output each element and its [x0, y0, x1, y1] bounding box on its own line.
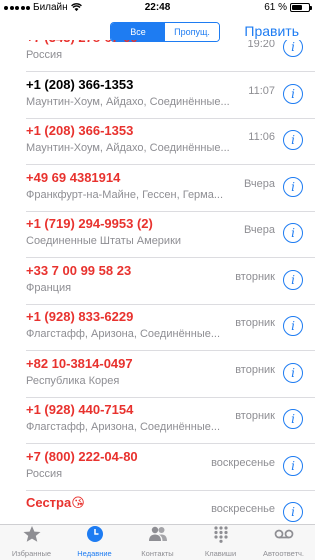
segment-missed[interactable]: Пропущ. — [165, 23, 219, 41]
call-row[interactable]: Сестра😘 воскресенье i — [0, 491, 315, 524]
caller-name: +1 (208) 366-1353 — [26, 123, 134, 138]
call-time: 11:07 — [248, 84, 275, 97]
call-row[interactable]: +1 (208) 366-1353 Маунтин-Хоум, Айдахо, С… — [0, 119, 315, 165]
caller-name: +1 (719) 294-9953 (2) — [26, 216, 153, 231]
tab-bar: Избранные Недавние Контакты Клавиши Автоотве… — [0, 524, 315, 560]
info-icon[interactable]: i — [283, 223, 303, 243]
caller-name: +49 69 4381914 — [26, 169, 121, 185]
call-time: воскресенье — [211, 503, 275, 515]
call-time: 19:20 — [247, 40, 275, 50]
info-icon[interactable]: i — [283, 502, 303, 522]
tab-star[interactable]: Избранные — [0, 525, 63, 560]
tab-contacts[interactable]: Контакты — [126, 525, 189, 560]
call-time: Вчера — [243, 177, 275, 190]
contacts-icon — [148, 525, 168, 548]
caller-location: Соединенные Штаты Америки — [26, 235, 182, 247]
call-row[interactable]: +7 (343) 278-67-00 Россия 19:20 i — [0, 40, 315, 72]
star-icon — [22, 525, 42, 548]
tab-label: Контакты — [141, 549, 174, 558]
tab-label: Недавние — [77, 549, 112, 558]
voicemail-icon — [274, 525, 294, 548]
info-icon[interactable]: i — [283, 362, 303, 383]
caller-name: +82 10-3814-0497 — [26, 355, 133, 371]
call-time: вторник — [235, 270, 275, 283]
caller-location: Франция — [26, 281, 72, 294]
info-icon[interactable]: i — [283, 130, 303, 150]
tab-clock[interactable]: Недавние — [63, 525, 126, 560]
tab-label: Клавиши — [204, 549, 237, 558]
call-time: вторник — [235, 363, 275, 376]
call-row[interactable]: +1 (719) 294-9953 (2) Соединенные Штаты А… — [0, 212, 315, 258]
call-row[interactable]: +82 10-3814-0497 Республика Корея вторник i — [0, 352, 315, 398]
edit-button[interactable]: Править — [244, 23, 299, 39]
status-bar: Билайн 22:48 61 % — [0, 0, 315, 16]
call-row[interactable]: +1 (928) 440-7154 Флагстафф, Аризона, Сое… — [0, 398, 315, 444]
battery-percent: 61 % — [264, 2, 287, 13]
recent-calls-list: +7 (343) 278-67-00Россия19:20i+1 (208) 3… — [0, 40, 315, 524]
caller-location: Республика Корея — [26, 374, 120, 387]
caller-name: Сестра😘 — [26, 495, 85, 510]
clock-icon — [85, 525, 105, 548]
keypad-icon — [211, 525, 231, 548]
call-row[interactable]: +33 7 00 99 58 23 Франция вторник i — [0, 259, 315, 305]
caller-location: Маунтин-Хоум, Айдахо, Соединённые... — [26, 142, 230, 154]
caller-name: +1 (928) 440-7154 — [26, 402, 134, 417]
info-icon[interactable]: i — [283, 269, 303, 290]
caller-location: Флагстафф, Аризона, Соединённые... — [26, 421, 221, 433]
filter-segmented-control: Все Пропущ. — [110, 22, 220, 42]
call-row[interactable]: +7 (800) 222-04-80 Россия воскресенье i — [0, 445, 315, 491]
call-row[interactable]: +1 (928) 833-6229 Флагстафф, Аризона, Сое… — [0, 305, 315, 351]
info-icon[interactable]: i — [283, 83, 303, 104]
caller-location: Флагстафф, Аризона, Соединённые... — [26, 328, 221, 340]
caller-name: +7 (343) 278-67-00 — [26, 40, 138, 45]
battery-group: 61 % — [264, 2, 312, 13]
caller-name: +1 (208) 366-1353 — [26, 76, 134, 92]
call-row[interactable]: +49 69 4381914 Франкфурт-на-Майне, Гессен… — [0, 166, 315, 212]
info-icon[interactable]: i — [283, 176, 303, 197]
segment-all[interactable]: Все — [111, 23, 165, 41]
call-time: воскресенье — [211, 456, 275, 469]
caller-location: Россия — [26, 467, 63, 480]
tab-label: Избранные — [11, 549, 52, 558]
info-icon[interactable]: i — [283, 40, 303, 57]
call-time: Вчера — [243, 224, 275, 236]
caller-location: Франкфурт-на-Майне, Гессен, Герма... — [26, 188, 224, 201]
caller-name: +1 (928) 833-6229 — [26, 309, 134, 324]
tab-voicemail[interactable]: Автоответч. — [252, 525, 315, 560]
call-time: вторник — [235, 317, 275, 329]
caller-name: +33 7 00 99 58 23 — [26, 262, 132, 278]
call-time: вторник — [235, 410, 275, 422]
caller-name: +7 (800) 222-04-80 — [26, 448, 138, 464]
info-icon[interactable]: i — [283, 409, 303, 429]
tab-label: Автоответч. — [262, 549, 305, 558]
call-time: 11:06 — [248, 131, 275, 143]
info-icon[interactable]: i — [283, 455, 303, 476]
tab-keypad[interactable]: Клавиши — [189, 525, 252, 560]
info-icon[interactable]: i — [283, 316, 303, 336]
call-row[interactable]: +1 (208) 366-1353 Маунтин-Хоум, Айдахо, С… — [0, 73, 315, 119]
caller-location: Маунтин-Хоум, Айдахо, Соединённые... — [26, 95, 230, 108]
battery-icon — [290, 3, 312, 12]
caller-location: Россия — [26, 49, 63, 61]
